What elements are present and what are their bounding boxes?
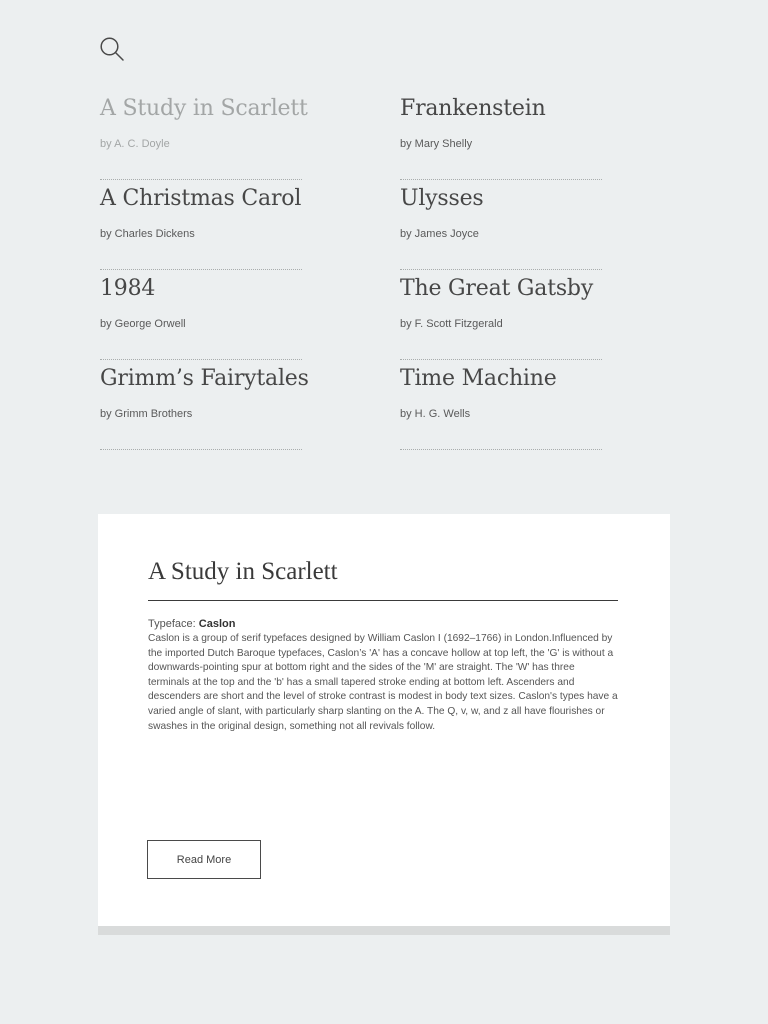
- book-title: A Study in Scarlett: [100, 96, 308, 121]
- book-title: The Great Gatsby: [400, 276, 594, 301]
- book-item-a-study-in-scarlett[interactable]: A Study in Scarlett by A. C. Doyle: [100, 90, 308, 180]
- book-item-frankenstein[interactable]: Frankenstein by Mary Shelly: [400, 90, 602, 180]
- detail-description: Caslon is a group of serif typefaces des…: [148, 633, 618, 732]
- book-item-a-christmas-carol[interactable]: A Christmas Carol by Charles Dickens: [100, 180, 302, 270]
- book-item-ulysses[interactable]: Ulysses by James Joyce: [400, 180, 602, 270]
- typeface-line: Typeface: Caslon: [148, 618, 235, 630]
- book-item-grimms-fairytales[interactable]: Grimm’s Fairytales by Grimm Brothers: [100, 360, 309, 450]
- book-author: by A. C. Doyle: [100, 138, 170, 150]
- search-icon: [100, 37, 124, 61]
- typeface-label: Typeface:: [148, 618, 196, 630]
- book-title: A Christmas Carol: [100, 186, 302, 211]
- typeface-name: Caslon: [198, 618, 236, 630]
- title-divider: [148, 600, 618, 601]
- book-author: by George Orwell: [100, 318, 186, 330]
- detail-title: A Study in Scarlett: [148, 558, 338, 585]
- book-author: by James Joyce: [400, 228, 479, 240]
- search-button[interactable]: [99, 36, 125, 62]
- book-author: by H. G. Wells: [400, 408, 471, 420]
- book-author: by Grimm Brothers: [100, 408, 193, 420]
- book-title: 1984: [100, 276, 156, 301]
- read-more-button[interactable]: Read More: [147, 840, 261, 879]
- book-author: by F. Scott Fitzgerald: [400, 318, 503, 330]
- book-author: by Charles Dickens: [100, 228, 195, 240]
- book-title: Time Machine: [400, 366, 557, 391]
- book-item-the-great-gatsby[interactable]: The Great Gatsby by F. Scott Fitzgerald: [400, 270, 602, 360]
- book-title: Frankenstein: [400, 96, 546, 121]
- book-title: Grimm’s Fairytales: [100, 366, 309, 391]
- book-item-time-machine[interactable]: Time Machine by H. G. Wells: [400, 360, 602, 450]
- book-list: A Study in Scarlett by A. C. Doyle Frank…: [100, 90, 602, 450]
- book-item-1984[interactable]: 1984 by George Orwell: [100, 270, 302, 360]
- book-author: by Mary Shelly: [400, 138, 473, 150]
- book-detail-card: A Study in Scarlett Typeface: Caslon Cas…: [98, 514, 670, 926]
- book-title: Ulysses: [400, 186, 484, 211]
